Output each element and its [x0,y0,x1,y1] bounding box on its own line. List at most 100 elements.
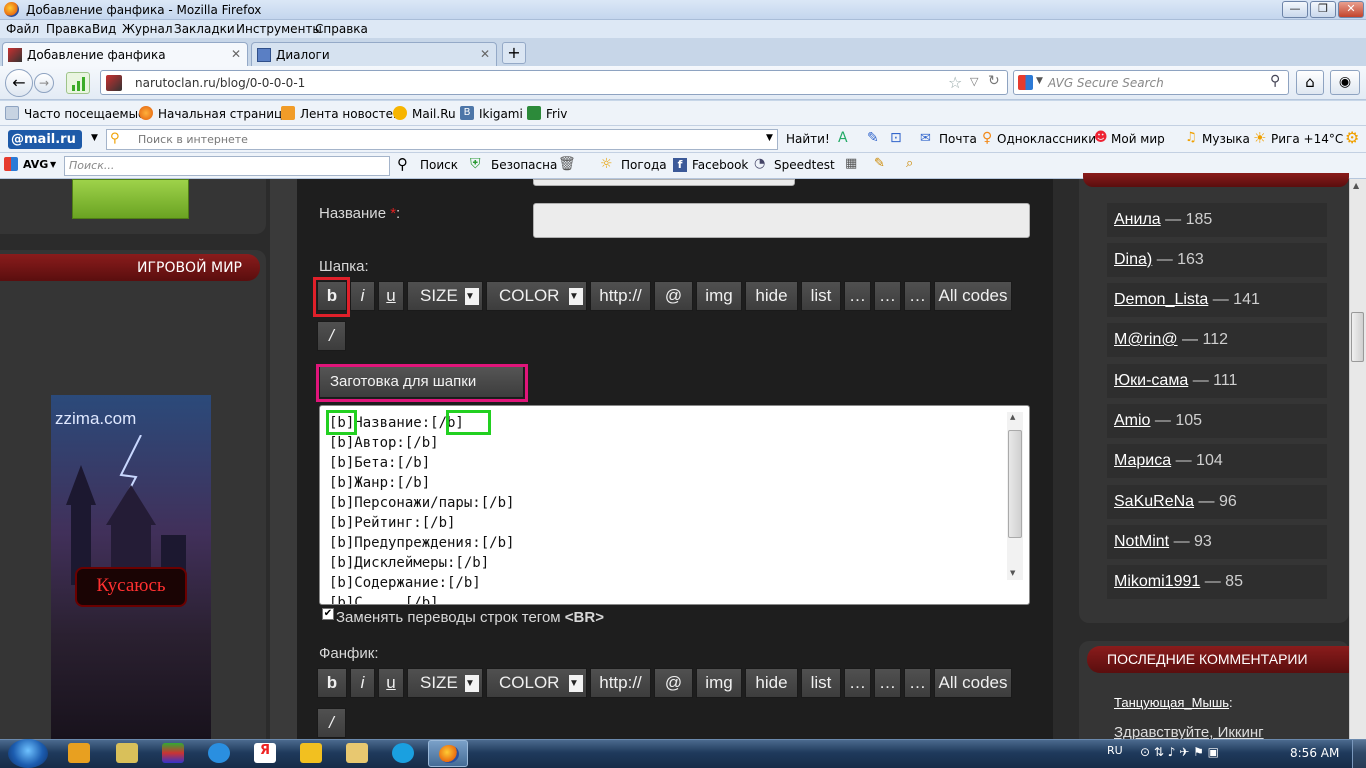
top-user-link[interactable]: Мариса [1114,452,1171,469]
top-user-link[interactable]: Mikomi1991 [1114,573,1200,590]
toolbar-odnoklassniki[interactable]: Одноклассники [997,132,1096,146]
top-user-link[interactable]: M@rin@ [1114,331,1178,348]
media-player-icon[interactable] [68,743,90,763]
top-user-link[interactable]: Dina) [1114,251,1152,268]
trash-icon[interactable]: 🗑 [558,156,576,172]
comment-author-link[interactable]: Танцующая_Мышь [1114,695,1229,710]
taskbar-clock[interactable]: 8:56 AM [1290,746,1339,760]
bookmark-most-visited[interactable]: Часто посещаемые [24,107,145,121]
fanfic-hide-button[interactable]: hide [745,668,798,698]
bookmark-ikigami[interactable]: Ikigami [479,107,523,121]
fanfic-email-button[interactable]: @ [654,668,693,698]
avg-menu-dropdown-icon[interactable]: ▼ [50,160,56,169]
bbcode-all-codes-button[interactable]: All codes [934,281,1012,311]
bbcode-extra3-button[interactable]: … [904,281,931,311]
reload-icon[interactable]: ↻ [988,73,1000,89]
avg-search-button[interactable]: Поиск [420,158,458,172]
bbcode-italic-button[interactable]: i [350,281,375,311]
file-explorer-icon[interactable] [346,743,368,763]
fanfic-img-button[interactable]: img [696,668,742,698]
show-desktop-button[interactable] [1352,740,1366,768]
pencil-icon[interactable]: ✎ [867,130,879,146]
start-button[interactable] [8,739,48,768]
eye-icon[interactable]: ◉ [1330,70,1360,95]
menu-bookmarks[interactable]: Закладки [174,22,235,36]
minimize-button[interactable]: — [1282,1,1308,18]
menu-view[interactable]: Вид [92,22,116,36]
menu-help[interactable]: Справка [315,22,368,36]
settings-gear-icon[interactable]: ⚙ [1345,128,1359,147]
pen-tool-icon[interactable] [116,743,138,763]
engine-dropdown-icon[interactable]: ▼ [1036,76,1043,86]
calculator-icon[interactable]: ▦ [845,156,857,171]
fanfic-italic-button[interactable]: i [350,668,375,698]
bookmark-start-page[interactable]: Начальная страница [158,107,290,121]
skype-icon[interactable] [392,743,414,763]
language-indicator[interactable]: RU [1107,744,1123,757]
zzima-game-banner[interactable]: zzima.com Кусаюсь [51,395,211,740]
bbcode-size-select[interactable]: SIZE ▼ [407,281,483,311]
top-user-link[interactable]: NotMint [1114,533,1169,550]
fanfic-extra3-button[interactable]: … [904,668,931,698]
notepad-icon[interactable]: ✎ [874,156,885,171]
bookmark-mailru[interactable]: Mail.Ru [412,107,456,121]
mailru-search-dropdown-icon[interactable]: ▼ [766,133,773,143]
bbcode-close-tag-button[interactable]: / [317,321,346,351]
zoom-icon[interactable]: ⊡ [890,130,902,146]
avg-safe-status[interactable]: Безопасна [491,158,557,172]
toolbar-music[interactable]: Музыка [1202,132,1250,146]
bbcode-url-button[interactable]: http:// [590,281,651,311]
bbcode-extra2-button[interactable]: … [874,281,901,311]
menu-tools[interactable]: Инструменты [236,22,322,36]
home-icon[interactable]: ⌂ [1296,70,1324,95]
fanfic-bold-button[interactable]: b [317,668,347,698]
bbcode-color-select[interactable]: COLOR ▼ [486,281,587,311]
bbcode-extra1-button[interactable]: … [844,281,871,311]
yandex-icon[interactable]: Я [254,743,276,763]
fanfic-extra2-button[interactable]: … [874,668,901,698]
page-scrollbar-thumb[interactable] [1351,312,1364,362]
maximize-button[interactable]: ❐ [1310,1,1336,18]
avg-facebook[interactable]: Facebook [692,158,748,172]
page-scroll-up-icon[interactable]: ▲ [1353,181,1359,190]
search-go-icon[interactable]: ⚲ [1270,73,1280,89]
sticky-notes-icon[interactable] [300,743,322,763]
previous-field[interactable] [533,179,795,186]
menu-history[interactable]: Журнал [122,22,173,36]
fanfic-url-button[interactable]: http:// [590,668,651,698]
font-size-icon[interactable]: A [838,130,848,146]
toolbar-my-world[interactable]: Мой мир [1111,132,1165,146]
green-banner-button[interactable] [72,179,189,219]
tab-dialogs[interactable]: Диалоги ✕ [251,42,497,66]
header-textarea[interactable]: [b]Название:[/b] [b]Автор:[/b] [b]Бета:[/b… [319,405,1030,605]
new-tab-button[interactable]: + [502,42,526,64]
fanfic-color-select[interactable]: COLOR ▼ [486,668,587,698]
avg-logo[interactable]: AVG [23,158,48,171]
bbcode-underline-button[interactable]: u [378,281,404,311]
fanfic-list-button[interactable]: list [801,668,841,698]
menu-edit[interactable]: Правка [46,22,92,36]
winrar-icon[interactable] [162,743,184,763]
menu-file[interactable]: Файл [6,22,39,36]
toolbar-weather[interactable]: Рига +14°C [1271,132,1343,146]
avg-weather[interactable]: Погода [621,158,667,172]
tab-close-icon[interactable]: ✕ [231,47,241,61]
fanfic-underline-button[interactable]: u [378,668,404,698]
bbcode-img-button[interactable]: img [696,281,742,311]
top-user-link[interactable]: Юки-сама [1114,372,1188,389]
top-user-link[interactable]: SaKuReNa [1114,493,1194,510]
title-input[interactable] [533,203,1030,238]
top-user-link[interactable]: Demon_Lista [1114,291,1208,308]
avg-search-engine-icon[interactable] [1018,75,1033,90]
fanfic-extra1-button[interactable]: … [844,668,871,698]
tab-add-fanfic[interactable]: Добавление фанфика ✕ [2,42,248,66]
scroll-down-icon[interactable]: ▼ [1010,569,1015,577]
top-user-link[interactable]: Amio [1114,412,1150,429]
search-tool-icon[interactable]: ⌕ [906,156,913,171]
mailru-logo[interactable]: @mail.ru [8,130,82,149]
textarea-scrollbar-thumb[interactable] [1008,430,1022,538]
mailru-find-button[interactable]: Найти! [786,132,830,146]
avg-speedtest[interactable]: Speedtest [774,158,835,172]
tab-close-icon[interactable]: ✕ [480,47,490,61]
scroll-up-icon[interactable]: ▲ [1010,413,1015,421]
